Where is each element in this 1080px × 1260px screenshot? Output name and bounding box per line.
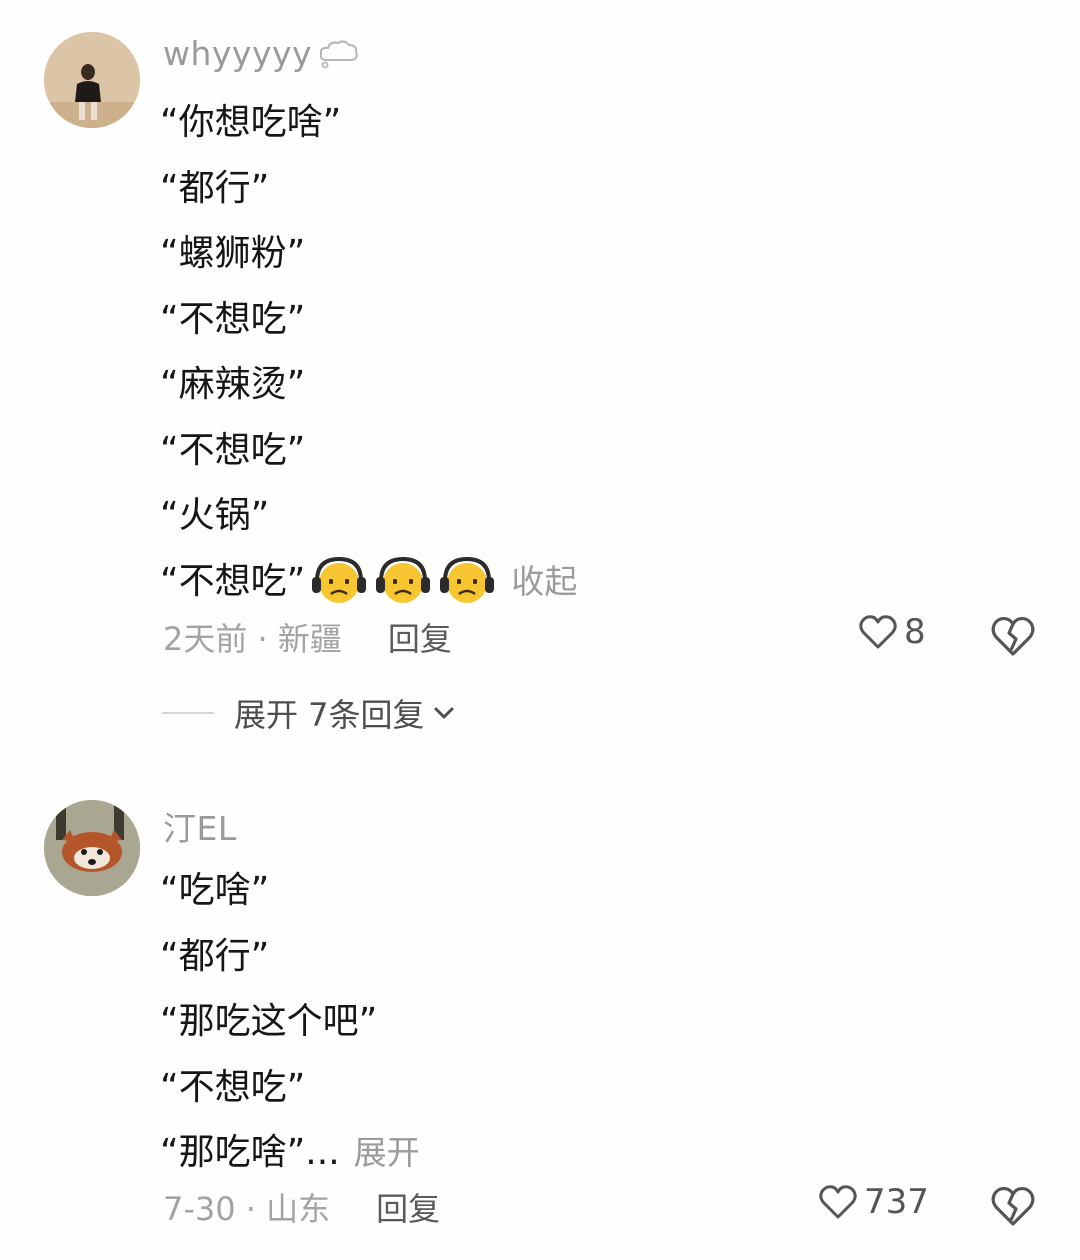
avatar-photo	[44, 32, 140, 128]
username[interactable]: whyyyyy	[163, 34, 360, 73]
broken-heart-icon[interactable]	[990, 614, 1036, 658]
heart-icon	[859, 615, 897, 649]
headphones-frown-emoji-icon	[376, 557, 431, 604]
like-count: 737	[864, 1182, 929, 1222]
comment-meta: 7-30 · 山东 回复	[163, 1184, 440, 1230]
headphones-frown-emoji-icon	[312, 557, 367, 604]
avatar[interactable]	[44, 800, 140, 896]
comment-line: “你想吃啥”	[160, 102, 342, 143]
comment-line: “都行”	[160, 935, 270, 977]
comment-body: “吃啥” “都行” “那吃这个吧” “不想吃” “那吃啥”... 展开	[160, 858, 420, 1186]
time-location: 7-30 · 山东	[163, 1190, 331, 1228]
comment-meta: 2天前 · 新疆 回复	[163, 614, 452, 660]
comment-line: “火锅”	[160, 495, 270, 536]
username-text: whyyyyy	[163, 34, 313, 73]
username-text: 汀EL	[163, 809, 237, 848]
broken-heart-icon[interactable]	[990, 1184, 1036, 1228]
comment-line: “不想吃”	[160, 298, 306, 340]
comment-line: “螺狮粉”	[160, 233, 306, 274]
comment-line: “不想吃”	[160, 429, 306, 471]
like-button[interactable]: 737	[818, 1182, 929, 1222]
comment-line: “麻辣烫”	[160, 364, 306, 405]
username[interactable]: 汀EL	[163, 802, 237, 850]
reply-button[interactable]: 回复	[388, 614, 452, 660]
avatar[interactable]	[44, 32, 140, 128]
comment-body: “你想吃啥” “都行” “螺狮粉” “不想吃” “麻辣烫” “不想吃” “火锅”…	[160, 90, 577, 614]
like-count: 8	[904, 612, 926, 652]
heart-icon	[819, 1185, 857, 1219]
comment-line: “吃啥”	[160, 870, 270, 911]
comment-item: whyyyyy “你想吃啥” “都行” “螺狮粉” “不想吃” “麻辣烫” “不…	[0, 0, 1080, 780]
expand-replies-button[interactable]: 展开 7条回复	[162, 690, 455, 736]
comment-line: “都行”	[160, 167, 270, 209]
like-button[interactable]: 8	[858, 612, 926, 652]
headphones-frown-emoji-icon	[440, 557, 495, 604]
thought-bubble-icon	[319, 39, 358, 68]
expand-replies-label: 展开 7条回复	[234, 696, 425, 734]
reply-button[interactable]: 回复	[376, 1184, 440, 1230]
expand-link[interactable]: 展开	[354, 1120, 420, 1186]
comment-line-text: “那吃啥”...	[160, 1132, 340, 1173]
comment-line-text: “不想吃”	[160, 560, 306, 602]
comment-line: “那吃这个吧”	[160, 1001, 378, 1042]
comment-line: “不想吃”	[160, 1066, 306, 1108]
comment-item: 汀EL “吃啥” “都行” “那吃这个吧” “不想吃” “那吃啥”... 展开 …	[0, 780, 1080, 1260]
time-location: 2天前 · 新疆	[163, 620, 342, 658]
divider	[162, 712, 214, 714]
avatar-photo	[44, 800, 140, 896]
comment-last-line: “不想吃” 收起	[160, 549, 577, 615]
comment-last-line: “那吃啥”... 展开	[160, 1120, 420, 1186]
collapse-link[interactable]: 收起	[511, 549, 577, 615]
chevron-down-icon	[434, 707, 454, 719]
